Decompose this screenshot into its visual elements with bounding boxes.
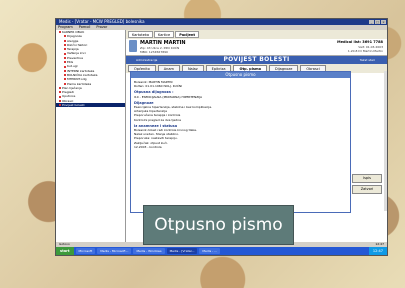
document-body: Bolesnik: MARTIN MARTIN Rođen: 01.01.1960… xyxy=(131,78,350,151)
folder-icon xyxy=(64,82,66,85)
medical-list-number: Medical list: 3691 7788 xyxy=(337,40,383,44)
patient-avatar xyxy=(129,40,137,52)
document-line: Kontrolni pregled za dva tjedna xyxy=(134,117,181,122)
taskbar-task[interactable]: Medis - Windows xyxy=(133,248,165,254)
taskbar: start Microsoft Medis - Microsoft... Medis… xyxy=(56,247,387,255)
folder-icon xyxy=(64,48,66,51)
vertical-scrollbar[interactable] xyxy=(384,71,387,211)
close-button[interactable]: × xyxy=(381,20,386,24)
document-line: 12.2003 - kontrola xyxy=(134,144,162,149)
folder-icon xyxy=(64,74,66,77)
slide-caption: Otpusno pismo xyxy=(143,205,294,245)
close-document-button[interactable]: Zatvori xyxy=(352,185,382,194)
tree-item-label: Povijest bolesti xyxy=(62,103,85,108)
top-tabs: Kartoteka Kartice Pacijent xyxy=(126,30,387,39)
folder-icon xyxy=(64,69,66,72)
folder-icon xyxy=(64,35,66,38)
taskbar-task[interactable]: Medis - ... xyxy=(199,248,221,254)
taskbar-task[interactable]: Medis - Microsoft... xyxy=(97,248,132,254)
print-button[interactable]: Ispis xyxy=(352,174,382,183)
start-button[interactable]: start xyxy=(56,247,74,255)
patient-header: MARTIN MARTIN Zip: 43 Ulica 2. PZO KUĆN … xyxy=(126,39,387,56)
taskbar-task[interactable]: Microsoft xyxy=(75,248,96,254)
maximize-button[interactable]: □ xyxy=(375,20,380,24)
folder-icon xyxy=(59,95,61,98)
document-line: I10 - ESENCIJALNA (PRIMARNA) HIPERTENZIJ… xyxy=(134,94,203,99)
folder-icon xyxy=(64,39,66,42)
document-line: Rođen: 01.01.1960 ISKLJ. KUĆNI xyxy=(134,84,183,89)
folder-icon xyxy=(64,78,66,81)
minimize-button[interactable]: _ xyxy=(369,20,374,24)
tab-kartice[interactable]: Kartice xyxy=(153,31,175,38)
taskbar-clock: 12:47 xyxy=(368,247,387,255)
side-buttons: Ispis Zatvori xyxy=(352,174,382,196)
folder-icon xyxy=(64,52,66,55)
navigation-tree: KARNER OBLIK Dijagnoze Alergije Rizični fak… xyxy=(56,30,126,246)
taskbar-task[interactable]: Medis - [Vratar... xyxy=(166,248,198,254)
banner-title: POVIJEST BOLESTI xyxy=(223,56,290,63)
folder-icon xyxy=(59,31,61,34)
folder-icon xyxy=(59,104,61,107)
folder-icon xyxy=(59,99,61,102)
tab-pacijent[interactable]: Pacijent xyxy=(175,31,200,38)
folder-icon xyxy=(64,44,66,47)
banner-right-button[interactable]: Tekst stari xyxy=(360,56,375,64)
window-title: Medis - [Vratar - MCW PREGLED] bolesnika xyxy=(59,19,145,24)
folder-icon xyxy=(59,91,61,94)
tree-item[interactable]: Povijest bolesti xyxy=(56,103,125,108)
discharge-letter-document: Otpusno pismo Bolesnik: MARTIN MARTIN Rođ… xyxy=(130,71,351,213)
tab-kartoteka[interactable]: Kartoteka xyxy=(128,31,153,38)
patient-mbo: MBO: 1234567890 xyxy=(140,50,168,54)
folder-icon xyxy=(64,56,66,59)
folder-icon xyxy=(59,87,61,89)
folder-icon xyxy=(64,61,66,64)
patient-doctor: 1.20.8 Dr Martin Martin xyxy=(347,49,383,53)
section-banner: Administracija POVIJEST BOLESTI Tekst st… xyxy=(126,56,387,64)
folder-icon xyxy=(64,65,66,68)
title-bar: Medis - [Vratar - MCW PREGLED] bolesnika… xyxy=(56,19,387,25)
